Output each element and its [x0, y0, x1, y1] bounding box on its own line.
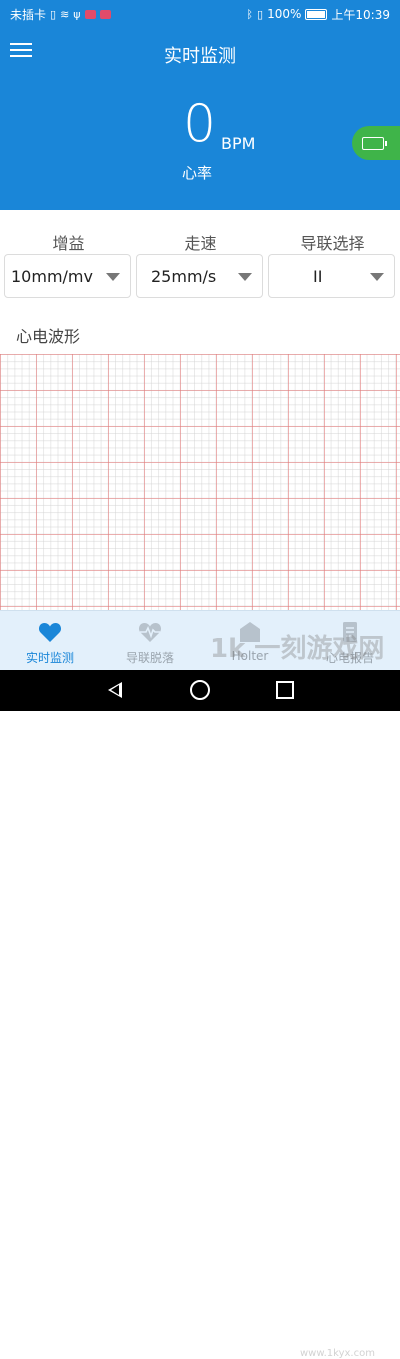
watermark-logo: 1k 一刻游戏网 [210, 634, 385, 664]
chevron-down-icon [106, 273, 120, 281]
speed-select[interactable]: 25mm/s [136, 254, 263, 298]
device-battery-button[interactable] [352, 126, 400, 160]
system-nav-bar: www.1kyx.com [0, 670, 400, 1359]
carrier-text: 未插卡 [10, 7, 47, 22]
usb-icon: ψ [73, 7, 81, 21]
gain-label: 增益 [52, 234, 85, 253]
watermark-url: www.1kyx.com [300, 1348, 375, 1359]
page-title: 实时监测 [164, 46, 236, 67]
status-bar: 未插卡 ▯ ≋ ψ ᛒ ▯ 100% 上午10:39 [0, 0, 400, 28]
sim-icon: ▯ [50, 7, 57, 21]
tab-lead-off[interactable]: 导联脱落 [100, 611, 200, 671]
notification-book-icon [99, 9, 111, 19]
heart-rate-value: 0 [183, 94, 217, 154]
notification-app-icon [84, 9, 96, 19]
recent-apps-icon[interactable] [276, 681, 294, 699]
ecg-pulse-icon [138, 623, 162, 642]
heart-icon [38, 623, 62, 642]
device-battery-icon [362, 137, 387, 150]
gain-value: 10mm/mv [11, 267, 93, 286]
back-icon[interactable] [108, 682, 122, 698]
settings-controls: 增益 走速 导联选择 10mm/mv 25mm/s II [0, 210, 400, 315]
tab-realtime[interactable]: 实时监测 [0, 611, 100, 671]
chevron-down-icon [238, 273, 252, 281]
lead-value: II [313, 267, 323, 286]
bluetooth-icon: ᛒ [246, 7, 254, 21]
gain-select[interactable]: 10mm/mv [4, 254, 131, 298]
status-left: 未插卡 ▯ ≋ ψ [10, 0, 111, 28]
waveform-title: 心电波形 [16, 327, 81, 346]
speed-label: 走速 [184, 234, 217, 253]
tab-label: 实时监测 [25, 651, 74, 665]
clock: 上午10:39 [331, 7, 390, 22]
chevron-down-icon [370, 273, 384, 281]
battery-icon [305, 8, 328, 20]
heart-rate-label: 心率 [182, 164, 213, 182]
status-right: ᛒ ▯ 100% 上午10:39 [246, 0, 390, 28]
monitor-header: 实时监测 0 BPM 心率 [0, 28, 400, 210]
tab-label: 导联脱落 [125, 651, 174, 665]
lead-select[interactable]: II [268, 254, 395, 298]
home-icon[interactable] [190, 680, 210, 700]
lead-label: 导联选择 [300, 234, 365, 253]
wifi-icon: ≋ [60, 7, 70, 21]
vibrate-icon: ▯ [257, 7, 264, 21]
speed-value: 25mm/s [151, 267, 217, 286]
battery-percent: 100% [267, 7, 302, 21]
ecg-grid [0, 354, 400, 610]
heart-rate-unit: BPM [221, 134, 256, 153]
